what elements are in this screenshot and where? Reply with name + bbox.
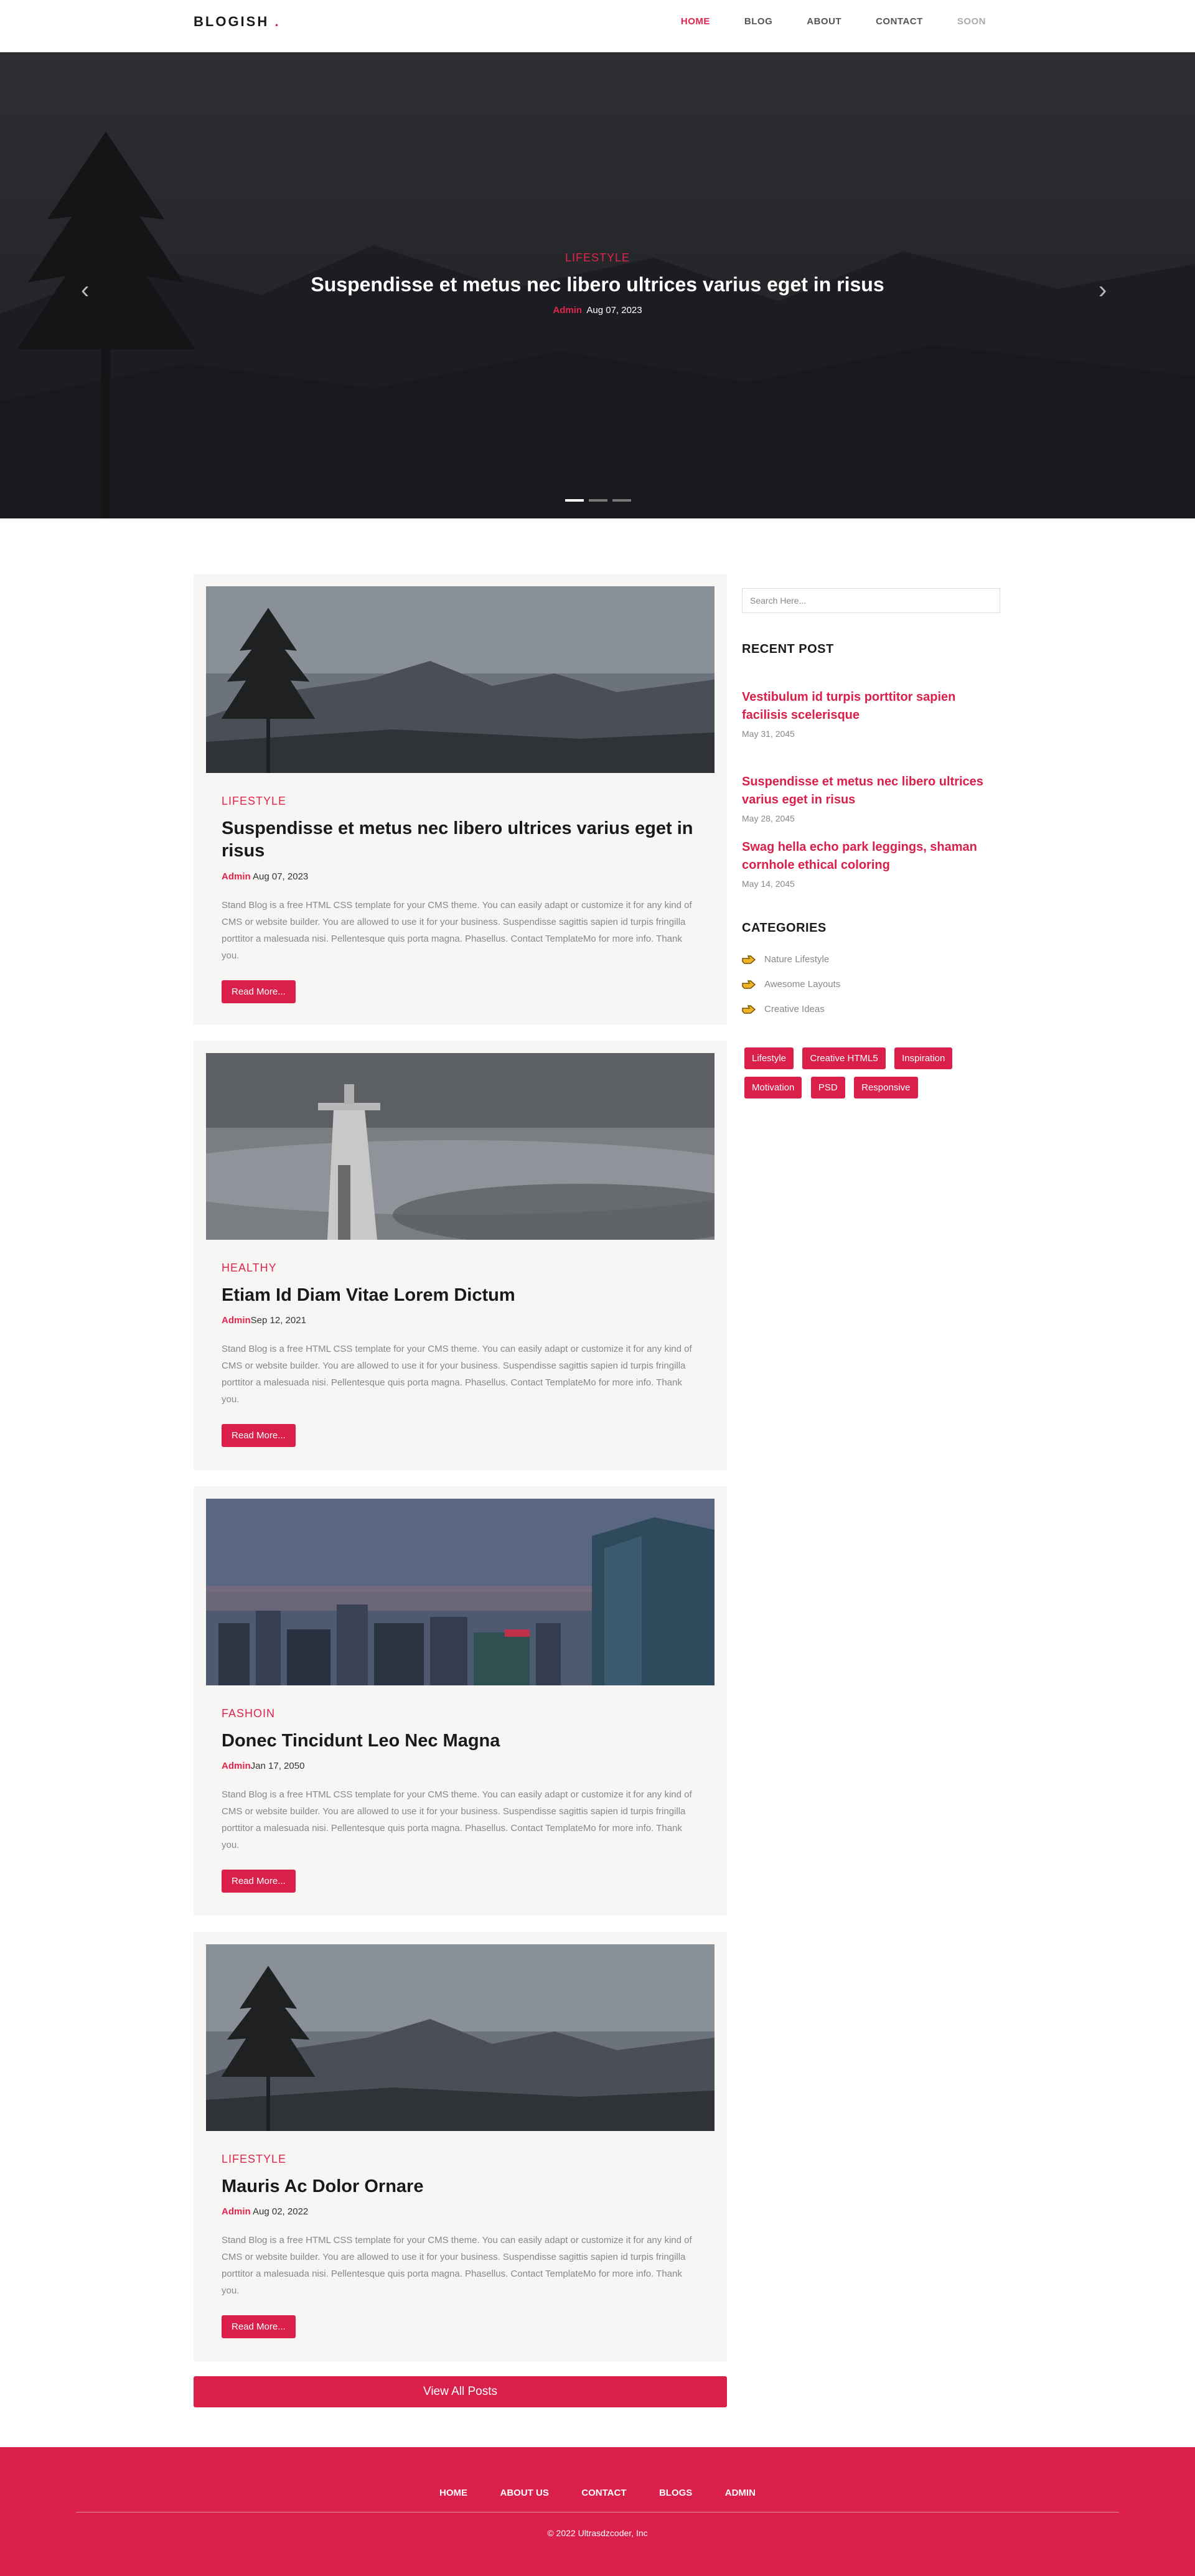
- recent-post-date: May 31, 2045: [742, 729, 795, 739]
- post-date: Jan 17, 2050: [250, 1761, 305, 1772]
- post-excerpt: Stand Blog is a free HTML CSS template f…: [222, 899, 692, 961]
- footer-links: HOME ABOUT US CONTACT BLOGS ADMIN: [0, 2488, 1195, 2499]
- post-meta: Admin Aug 07, 2023: [222, 871, 699, 882]
- footer-link-about[interactable]: ABOUT US: [500, 2488, 549, 2498]
- post-meta: Admin Aug 02, 2022: [222, 2206, 699, 2217]
- post-category[interactable]: FASHOIN: [222, 1707, 699, 1720]
- post-card: LIFESTYLE Mauris Ac Dolor Ornare Admin A…: [194, 1932, 727, 2361]
- post-excerpt: Stand Blog is a free HTML CSS template f…: [222, 1344, 692, 1405]
- post-excerpt: Stand Blog is a free HTML CSS template f…: [222, 2235, 692, 2297]
- read-more-button[interactable]: Read More...: [222, 1424, 296, 1448]
- category-item[interactable]: Creative Ideas: [742, 1004, 825, 1014]
- navbar: BLOGISH . HOME BLOG ABOUT CONTACT SOON: [0, 0, 1195, 52]
- post-body: FASHOIN Donec Tincidunt Leo Nec Magna Ad…: [222, 1707, 699, 1893]
- post-author[interactable]: Admin: [222, 871, 251, 882]
- post-excerpt: Stand Blog is a free HTML CSS template f…: [222, 1789, 692, 1851]
- category-item[interactable]: Awesome Layouts: [742, 979, 840, 990]
- nav-blog[interactable]: BLOG: [744, 16, 772, 27]
- post-image[interactable]: [206, 586, 715, 773]
- recent-post-title[interactable]: Suspendisse et metus nec libero ultrices…: [742, 773, 1000, 809]
- nav-links: HOME BLOG ABOUT CONTACT SOON: [647, 16, 986, 27]
- post-meta: AdminSep 12, 2021: [222, 1315, 699, 1326]
- nav-home[interactable]: HOME: [681, 16, 710, 27]
- post-title[interactable]: Donec Tincidunt Leo Nec Magna: [222, 1730, 699, 1752]
- post-card: FASHOIN Donec Tincidunt Leo Nec Magna Ad…: [194, 1486, 727, 1916]
- post-body: HEALTHY Etiam Id Diam Vitae Lorem Dictum…: [222, 1262, 699, 1448]
- post-category[interactable]: HEALTHY: [222, 1262, 699, 1275]
- post-title[interactable]: Suspendisse et metus nec libero ultrices…: [222, 817, 699, 863]
- footer-divider: [76, 2512, 1119, 2513]
- footer: HOME ABOUT US CONTACT BLOGS ADMIN © 2022…: [0, 2447, 1195, 2576]
- tag-psd[interactable]: PSD: [810, 1077, 845, 1098]
- site-logo[interactable]: BLOGISH .: [194, 14, 280, 30]
- hero-title[interactable]: Suspendisse et metus nec libero ultrices…: [0, 273, 1195, 296]
- recent-post-title[interactable]: Swag hella echo park leggings, shaman co…: [742, 838, 1000, 874]
- recent-post-date: May 28, 2045: [742, 813, 795, 823]
- nav-soon[interactable]: SOON: [957, 16, 986, 27]
- view-all-posts-button[interactable]: View All Posts: [194, 2376, 727, 2407]
- tag-cloud: Lifestyle Creative HTML5 Inspiration Mot…: [744, 1047, 1006, 1106]
- post-image[interactable]: [206, 1499, 715, 1685]
- post-date: Sep 12, 2021: [250, 1315, 306, 1326]
- post-card: HEALTHY Etiam Id Diam Vitae Lorem Dictum…: [194, 1041, 727, 1470]
- post-author[interactable]: Admin: [222, 2206, 251, 2217]
- post-category[interactable]: LIFESTYLE: [222, 795, 699, 808]
- post-category[interactable]: LIFESTYLE: [222, 2153, 699, 2166]
- hero-content: LIFESTYLE Suspendisse et metus nec liber…: [0, 251, 1195, 316]
- slider-dot-1[interactable]: [565, 499, 584, 502]
- tag-inspiration[interactable]: Inspiration: [894, 1047, 953, 1069]
- hero-category[interactable]: LIFESTYLE: [0, 251, 1195, 265]
- search-input[interactable]: [742, 588, 1000, 613]
- hero-date: Aug 07, 2023: [586, 305, 642, 316]
- hero-slider: ‹ › LIFESTYLE Suspendisse et metus nec l…: [0, 52, 1195, 518]
- recent-post-date: May 14, 2045: [742, 879, 795, 889]
- post-body: LIFESTYLE Suspendisse et metus nec liber…: [222, 795, 699, 1003]
- post-image[interactable]: [206, 1053, 715, 1240]
- category-item[interactable]: Nature Lifestyle: [742, 954, 829, 965]
- categories-heading: CATEGORIES: [742, 921, 827, 935]
- category-label: Creative Ideas: [764, 1004, 825, 1014]
- footer-link-home[interactable]: HOME: [439, 2488, 467, 2498]
- pointing-hand-icon: [742, 980, 756, 989]
- slider-dots: [565, 499, 631, 502]
- recent-post-heading: RECENT POST: [742, 642, 834, 656]
- post-image[interactable]: [206, 1944, 715, 2131]
- post-body: LIFESTYLE Mauris Ac Dolor Ornare Admin A…: [222, 2153, 699, 2339]
- read-more-button[interactable]: Read More...: [222, 980, 296, 1003]
- post-date: Aug 07, 2023: [253, 871, 309, 882]
- post-date: Aug 02, 2022: [253, 2206, 309, 2218]
- nav-contact[interactable]: CONTACT: [876, 16, 923, 27]
- recent-post-item: Swag hella echo park leggings, shaman co…: [742, 838, 1000, 889]
- tag-lifestyle[interactable]: Lifestyle: [744, 1047, 794, 1069]
- logo-text: BLOGISH: [194, 14, 269, 29]
- pointing-hand-icon: [742, 955, 756, 964]
- recent-post-item: Suspendisse et metus nec libero ultrices…: [742, 773, 1000, 823]
- slider-dot-2[interactable]: [589, 499, 607, 502]
- post-title[interactable]: Etiam Id Diam Vitae Lorem Dictum: [222, 1284, 699, 1306]
- tag-responsive[interactable]: Responsive: [854, 1077, 918, 1098]
- slider-dot-3[interactable]: [612, 499, 631, 502]
- recent-post-item: Vestibulum id turpis porttitor sapien fa…: [742, 688, 1000, 739]
- footer-link-blogs[interactable]: BLOGS: [659, 2488, 692, 2498]
- copyright: © 2022 Ultrasdzcoder, Inc: [547, 2528, 648, 2538]
- category-label: Awesome Layouts: [764, 979, 841, 990]
- read-more-button[interactable]: Read More...: [222, 1870, 296, 1893]
- post-meta: AdminJan 17, 2050: [222, 1761, 699, 1771]
- recent-post-title[interactable]: Vestibulum id turpis porttitor sapien fa…: [742, 688, 1000, 724]
- post-author[interactable]: Admin: [222, 1315, 251, 1326]
- post-title[interactable]: Mauris Ac Dolor Ornare: [222, 2175, 699, 2198]
- read-more-button[interactable]: Read More...: [222, 2315, 296, 2339]
- tag-motivation[interactable]: Motivation: [744, 1077, 802, 1098]
- category-label: Nature Lifestyle: [764, 954, 830, 965]
- nav-about[interactable]: ABOUT: [807, 16, 841, 27]
- post-card: LIFESTYLE Suspendisse et metus nec liber…: [194, 574, 727, 1025]
- pointing-hand-icon: [742, 1005, 756, 1014]
- footer-link-admin[interactable]: ADMIN: [725, 2488, 756, 2498]
- hero-author[interactable]: Admin: [553, 305, 582, 316]
- hero-meta: Admin Aug 07, 2023: [0, 305, 1195, 316]
- tag-creative-html5[interactable]: Creative HTML5: [802, 1047, 886, 1069]
- logo-dot: .: [274, 14, 281, 29]
- post-author[interactable]: Admin: [222, 1761, 251, 1771]
- footer-link-contact[interactable]: CONTACT: [581, 2488, 626, 2498]
